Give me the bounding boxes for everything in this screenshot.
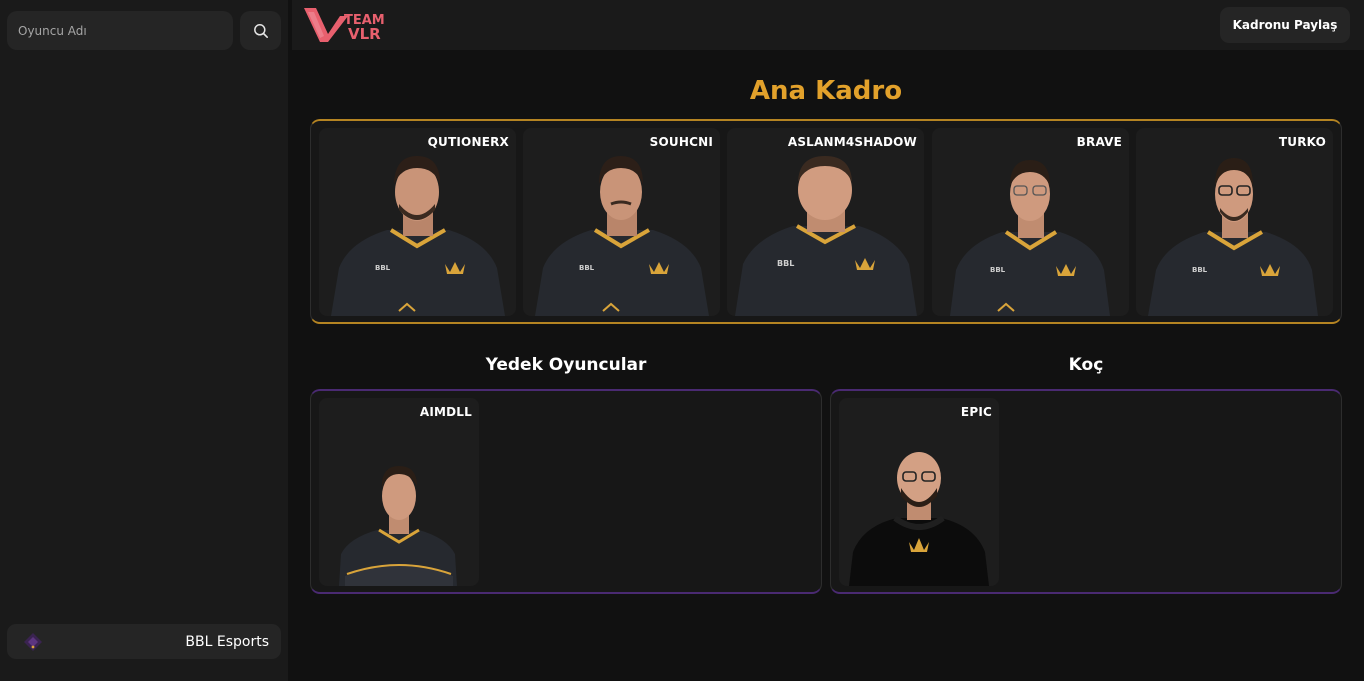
main-roster-title: Ana Kadro [749, 76, 903, 106]
player-photo: BBL [331, 156, 505, 316]
team-vlr-logo[interactable]: TEAM VLR [302, 6, 397, 44]
team-name: BBL Esports [185, 633, 269, 650]
svg-text:BBL: BBL [990, 266, 1006, 274]
player-photo [849, 452, 989, 586]
team-selector-item[interactable]: BBL Esports [7, 624, 281, 659]
player-photo: BBL [1148, 158, 1318, 316]
player-photo: BBL [735, 156, 917, 316]
player-card[interactable]: EPIC [839, 398, 999, 586]
substitutes-title: Yedek Oyuncular [485, 355, 647, 375]
player-card[interactable]: ASLANM4SHADOW BBL [727, 128, 924, 316]
sidebar: BBL Esports [0, 0, 288, 681]
search-button[interactable] [240, 11, 281, 50]
player-photo: BBL [535, 156, 709, 316]
svg-text:BBL: BBL [1192, 266, 1208, 274]
player-photo: BBL [950, 160, 1110, 316]
search-input[interactable] [18, 23, 233, 38]
top-bar: TEAM VLR Kadronu Paylaş [292, 0, 1364, 50]
player-card[interactable]: QUTIONERX BBL [319, 128, 516, 316]
player-card[interactable]: AIMDLL [319, 398, 479, 586]
player-card[interactable]: SOUHCNI BBL [523, 128, 720, 316]
logo-text-vlr: VLR [348, 25, 381, 43]
player-card[interactable]: TURKO BBL [1136, 128, 1333, 316]
share-roster-button[interactable]: Kadronu Paylaş [1220, 7, 1350, 43]
search-icon [253, 23, 268, 38]
player-card[interactable]: BRAVE BBL [932, 128, 1129, 316]
coach-title: Koç [1068, 355, 1104, 375]
substitutes-panel: AIMDLL [310, 389, 822, 594]
main-roster-panel: QUTIONERX BBL SOUHCNI BBL ASLANM4SHADOW … [310, 119, 1342, 324]
svg-text:BBL: BBL [579, 264, 595, 272]
team-logo-icon [24, 632, 42, 651]
player-name: EPIC [960, 405, 992, 419]
player-photo [339, 466, 457, 586]
svg-text:BBL: BBL [777, 259, 794, 268]
svg-text:BBL: BBL [375, 264, 391, 272]
player-name: AIMDLL [419, 405, 472, 419]
coach-panel: EPIC [830, 389, 1342, 594]
search-field[interactable] [7, 11, 233, 50]
